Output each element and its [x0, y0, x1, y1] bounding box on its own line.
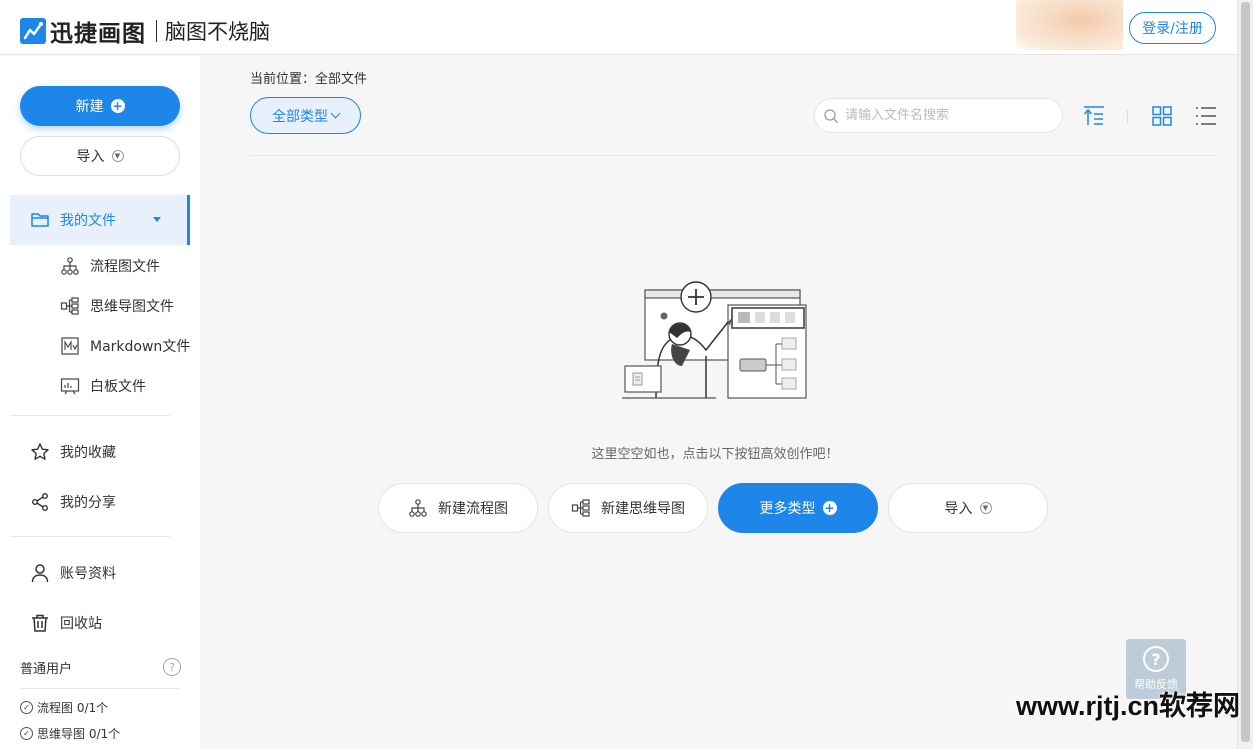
sidebar-item-label: 我的文件: [60, 213, 116, 229]
caret-down-icon: [153, 217, 161, 222]
sidebar-item-my-files[interactable]: 我的文件: [10, 195, 190, 245]
folder-icon: [31, 213, 49, 227]
list-view-icon[interactable]: [1194, 105, 1218, 127]
type-filter-label: 全部类型: [272, 108, 328, 125]
brand-name: 迅捷画图: [50, 21, 146, 47]
brand-separator: [156, 20, 157, 42]
top-header: 迅捷画图 脑图不烧脑 登录/注册: [0, 0, 1237, 55]
trash-icon: [32, 614, 48, 632]
new-flowchart-label: 新建流程图: [438, 501, 508, 517]
import-button-label: 导入: [76, 149, 105, 165]
check-circle-icon: ✓: [20, 727, 33, 740]
import-action-label: 导入: [944, 501, 973, 517]
sidebar-item-markdown-files[interactable]: Markdown文件: [60, 334, 190, 358]
empty-state-illustration: [622, 281, 807, 399]
new-button-label: 新建: [75, 99, 104, 115]
quota-label: 思维导图 0/1个: [37, 727, 121, 741]
sort-icon[interactable]: [1082, 105, 1106, 127]
plus-circle-icon: +: [110, 99, 125, 113]
import-button[interactable]: 导入 ▼: [20, 136, 180, 176]
user-level-label: 普通用户: [20, 662, 73, 677]
empty-state-message: 这里空空如也，点击以下按钮高效创作吧！: [591, 447, 839, 462]
sidebar-item-label: 我的分享: [60, 495, 116, 511]
sidebar-item-account[interactable]: 账号资料: [30, 561, 116, 585]
sidebar-item-flowchart-files[interactable]: 流程图文件: [60, 254, 160, 278]
search-box[interactable]: [814, 98, 1063, 133]
quota-mindmap: ✓ 思维导图 0/1个: [20, 725, 120, 742]
chevron-down-circle-icon: ▼: [111, 150, 124, 162]
breadcrumb: 当前位置：全部文件: [250, 72, 368, 87]
brand-logo-icon: [20, 18, 46, 44]
flowchart-icon: [409, 499, 427, 517]
brand-logo[interactable]: 迅捷画图 脑图不烧脑: [20, 14, 270, 48]
sidebar-item-label: 白板文件: [90, 379, 146, 395]
mindmap-icon: [571, 499, 590, 517]
chevron-down-circle-icon: ▼: [979, 502, 992, 514]
question-icon: ?: [1143, 646, 1169, 672]
new-mindmap-button[interactable]: 新建思维导图: [548, 483, 708, 533]
main-divider: [250, 155, 1216, 156]
whiteboard-icon: [60, 378, 80, 395]
user-icon: [31, 564, 49, 583]
sidebar-item-whiteboard-files[interactable]: 白板文件: [60, 374, 146, 398]
check-circle-icon: ✓: [20, 701, 33, 714]
promo-banner[interactable]: [1016, 0, 1123, 50]
quota-divider: [20, 688, 180, 689]
new-button[interactable]: 新建 +: [20, 86, 180, 126]
login-register-button[interactable]: 登录/注册: [1129, 12, 1216, 44]
more-types-button[interactable]: 更多类型 +: [718, 483, 878, 533]
mindmap-icon: [60, 297, 79, 315]
brand-slogan: 脑图不烧脑: [165, 20, 270, 44]
quota-label: 流程图 0/1个: [37, 701, 109, 715]
toolbar-separator: [1127, 110, 1128, 124]
new-mindmap-label: 新建思维导图: [601, 501, 685, 517]
sidebar-item-label: 账号资料: [60, 566, 116, 582]
new-flowchart-button[interactable]: 新建流程图: [378, 483, 538, 533]
help-question-icon[interactable]: ?: [163, 658, 181, 676]
sidebar-item-label: 思维导图文件: [90, 299, 174, 315]
search-icon: [824, 108, 838, 123]
scrollbar-thumb[interactable]: [1241, 2, 1250, 742]
sidebar-item-label: 流程图文件: [90, 259, 160, 275]
markdown-icon: [61, 337, 79, 355]
sidebar-item-shares[interactable]: 我的分享: [30, 490, 116, 514]
type-filter-dropdown[interactable]: 全部类型: [250, 97, 361, 134]
sidebar-item-label: 回收站: [60, 616, 102, 632]
sidebar-item-recycle-bin[interactable]: 回收站: [30, 611, 102, 635]
sidebar-divider: [10, 536, 170, 537]
import-action-button[interactable]: 导入 ▼: [888, 483, 1048, 533]
search-input[interactable]: [845, 108, 1055, 123]
chevron-down-icon: [330, 108, 341, 119]
share-icon: [32, 493, 48, 511]
sidebar: 新建 + 导入 ▼ 我的文件 流程图文件 思维导图文件 Markdown文件 白…: [0, 56, 200, 749]
plus-circle-icon: +: [822, 501, 837, 515]
grid-view-icon[interactable]: [1150, 105, 1174, 127]
sidebar-item-label: Markdown文件: [90, 339, 191, 355]
site-watermark: www.rjtj.cn软荐网: [1016, 691, 1241, 721]
flowchart-icon: [61, 257, 79, 275]
quota-flowchart: ✓ 流程图 0/1个: [20, 699, 108, 716]
sidebar-divider: [10, 415, 170, 416]
sidebar-item-mindmap-files[interactable]: 思维导图文件: [60, 294, 174, 318]
page-scrollbar[interactable]: [1237, 0, 1253, 749]
more-types-label: 更多类型: [759, 501, 816, 517]
